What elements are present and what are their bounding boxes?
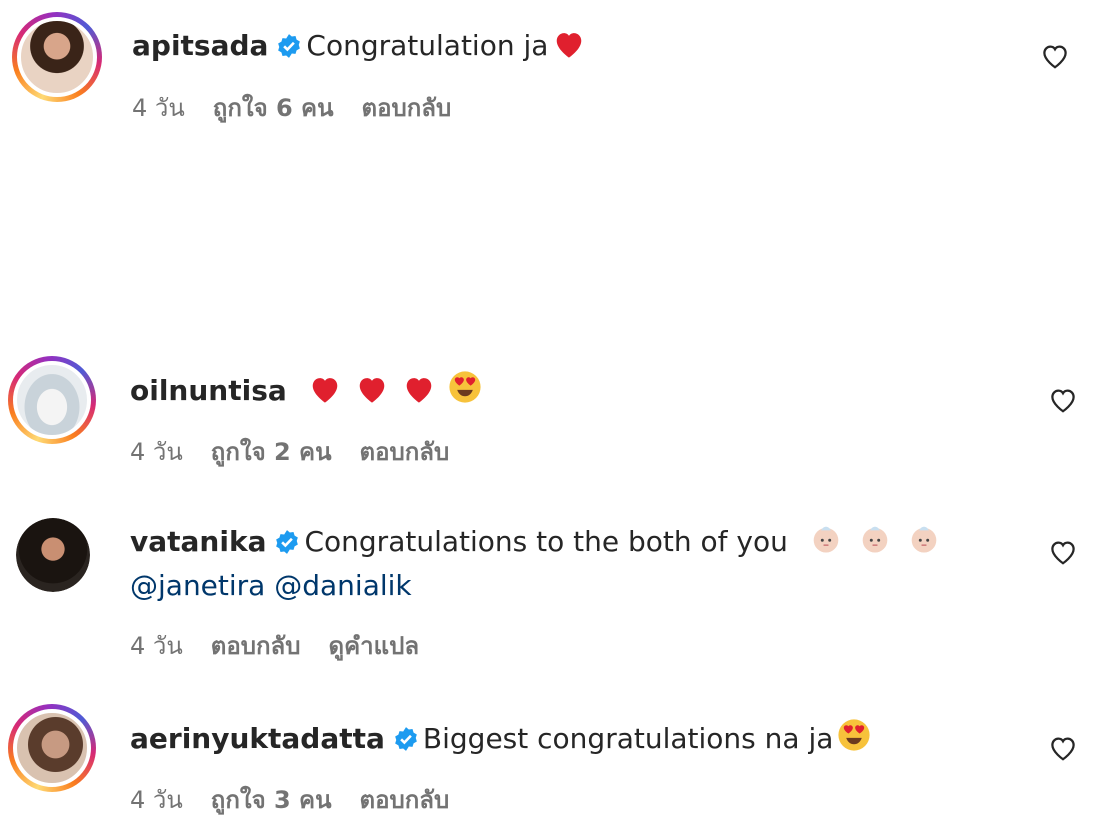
- comment-meta: 4 วัน ถูกใจ 2 คน ตอบกลับ: [130, 432, 477, 471]
- heart-eyes-emoji-icon: [449, 371, 481, 403]
- comment-line: vatanika Congratulations to the both of y…: [130, 522, 939, 562]
- comment-age: 4 วัน: [130, 438, 183, 466]
- baby-emoji-icon: [911, 526, 936, 553]
- heart-outline-icon[interactable]: [1040, 42, 1070, 70]
- likes-count[interactable]: ถูกใจ 6 คน: [213, 94, 334, 122]
- comment-line: oilnuntisa: [130, 370, 482, 411]
- reply-button[interactable]: ตอบกลับ: [362, 94, 452, 122]
- username[interactable]: oilnuntisa: [130, 374, 287, 407]
- comment-text: Congratulation ja: [306, 29, 549, 62]
- likes-count[interactable]: ถูกใจ 2 คน: [211, 438, 332, 466]
- comment-meta: 4 วัน ตอบกลับ ดูคำแปล: [130, 626, 447, 665]
- heart-outline-icon[interactable]: [1048, 386, 1078, 414]
- avatar[interactable]: [12, 12, 102, 102]
- mentions[interactable]: @janetira @danialik: [130, 568, 412, 604]
- verified-badge-icon: [276, 530, 299, 554]
- comment-line: apitsada Congratulation ja: [132, 26, 586, 66]
- verified-badge-icon: [278, 34, 301, 58]
- translate-button[interactable]: ดูคำแปล: [329, 632, 420, 660]
- reply-button[interactable]: ตอบกลับ: [211, 632, 301, 660]
- red-heart-emoji-icon: [312, 378, 337, 403]
- comment-meta: 4 วัน ถูกใจ 6 คน ตอบกลับ: [132, 88, 479, 127]
- heart-outline-icon[interactable]: [1048, 734, 1078, 762]
- heart-outline-icon[interactable]: [1048, 538, 1078, 566]
- baby-emoji-icon: [862, 526, 887, 553]
- red-heart-emoji-icon: [359, 378, 384, 403]
- comment-age: 4 วัน: [130, 632, 183, 660]
- avatar[interactable]: [16, 518, 90, 592]
- avatar[interactable]: [8, 356, 96, 444]
- username[interactable]: aerinyuktadatta: [130, 722, 385, 755]
- comment-age: 4 วัน: [132, 94, 185, 122]
- comment-line: aerinyuktadatta Biggest congratulations n…: [130, 718, 871, 759]
- comment-text: Congratulations to the both of you: [304, 525, 788, 558]
- heart-eyes-emoji-icon: [838, 719, 870, 751]
- avatar[interactable]: [8, 704, 96, 792]
- comment-text: Biggest congratulations na ja: [422, 722, 834, 755]
- likes-count[interactable]: ถูกใจ 3 คน: [211, 786, 332, 814]
- reply-button[interactable]: ตอบกลับ: [360, 786, 450, 814]
- username[interactable]: vatanika: [130, 525, 266, 558]
- red-heart-emoji-icon: [557, 33, 582, 58]
- verified-badge-icon: [395, 727, 417, 751]
- reply-button[interactable]: ตอบกลับ: [360, 438, 450, 466]
- comment-age: 4 วัน: [130, 786, 183, 814]
- comment-meta: 4 วัน ถูกใจ 3 คน ตอบกลับ: [130, 780, 477, 819]
- red-heart-emoji-icon: [406, 378, 431, 403]
- username[interactable]: apitsada: [132, 29, 268, 62]
- baby-emoji-icon: [813, 526, 839, 553]
